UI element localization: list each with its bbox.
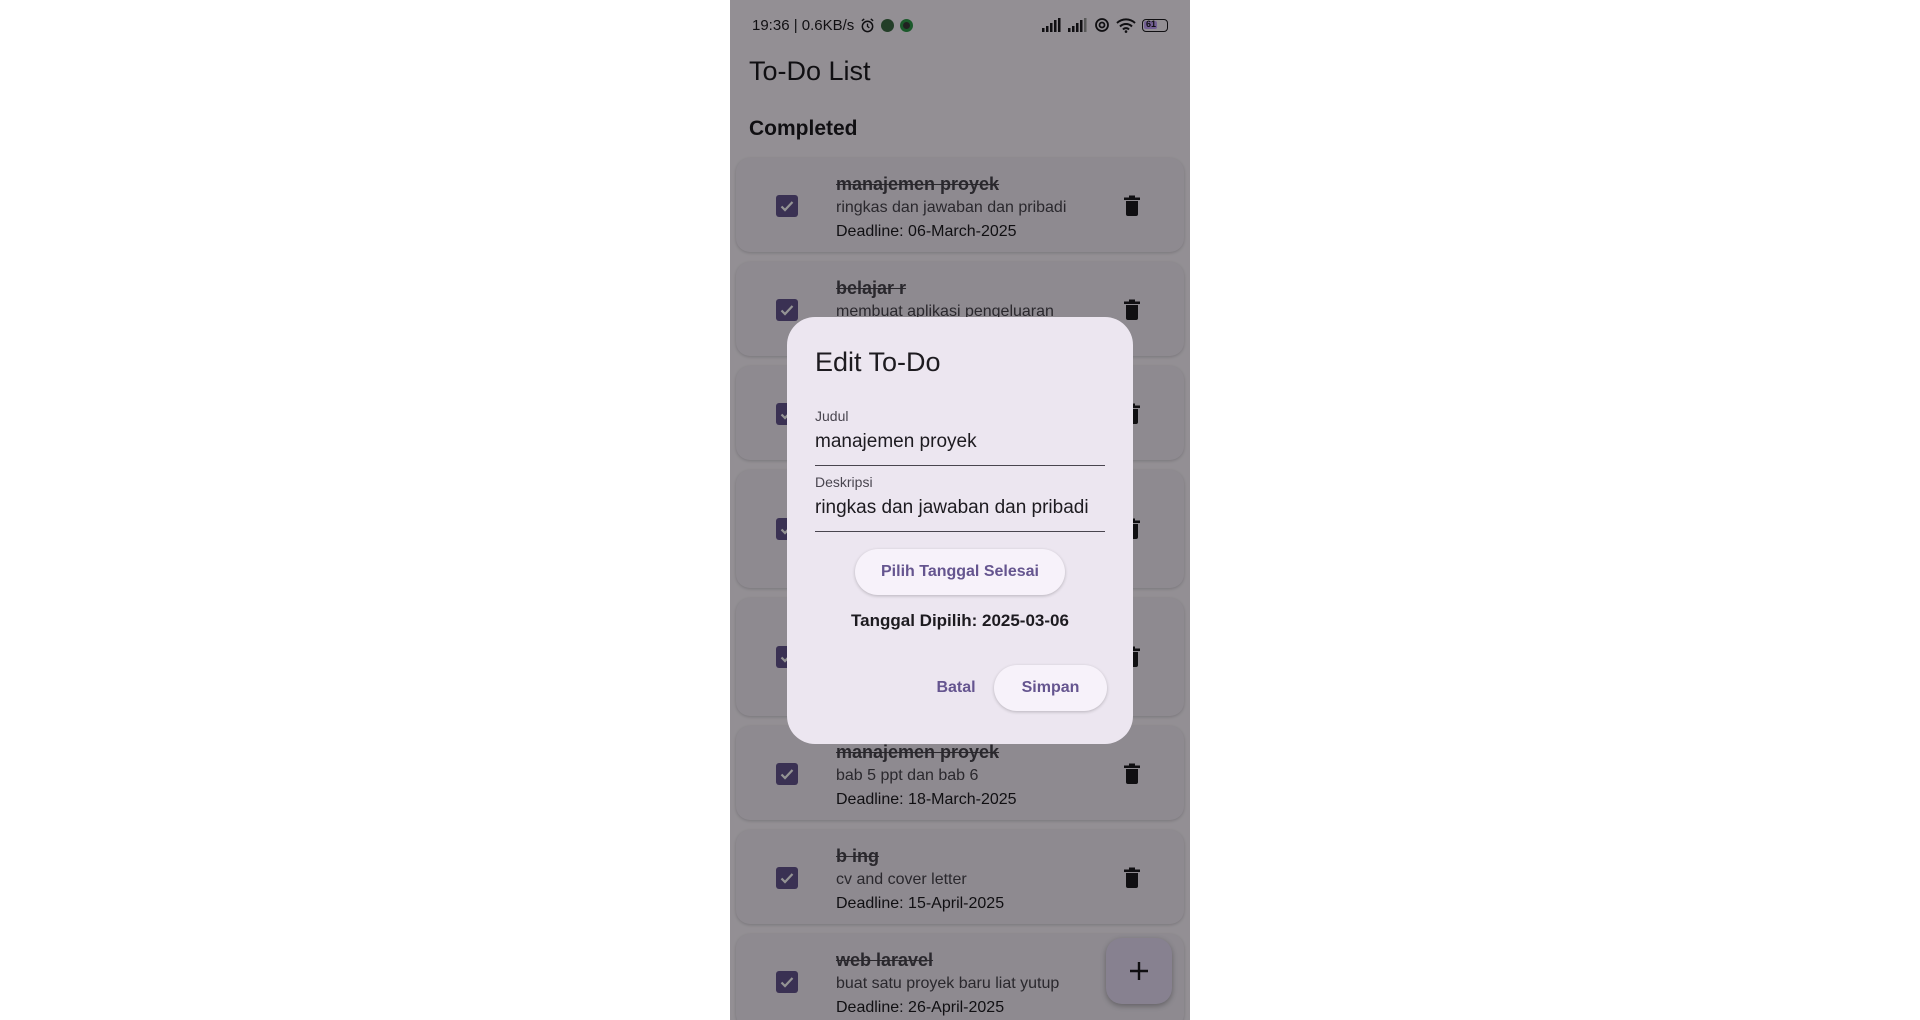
description-input[interactable] [815, 491, 1105, 531]
title-field: Judul [815, 407, 1105, 466]
title-input[interactable] [815, 425, 1105, 465]
title-field-label: Judul [815, 408, 849, 424]
dialog-title: Edit To-Do [815, 347, 941, 377]
save-button[interactable]: Simpan [994, 665, 1107, 711]
description-field-label: Deskripsi [815, 474, 873, 490]
edit-todo-dialog: Edit To-Do Judul Deskripsi Pilih Tanggal… [787, 317, 1133, 744]
selected-date-text: Tanggal Dipilih: 2025-03-06 [851, 611, 1069, 630]
phone-screen: 19:36 | 0.6KB/s 61 To-Do List Completed … [730, 0, 1190, 1020]
description-field: Deskripsi [815, 473, 1105, 532]
pick-date-button[interactable]: Pilih Tanggal Selesai [855, 549, 1065, 595]
cancel-button[interactable]: Batal [917, 665, 995, 711]
